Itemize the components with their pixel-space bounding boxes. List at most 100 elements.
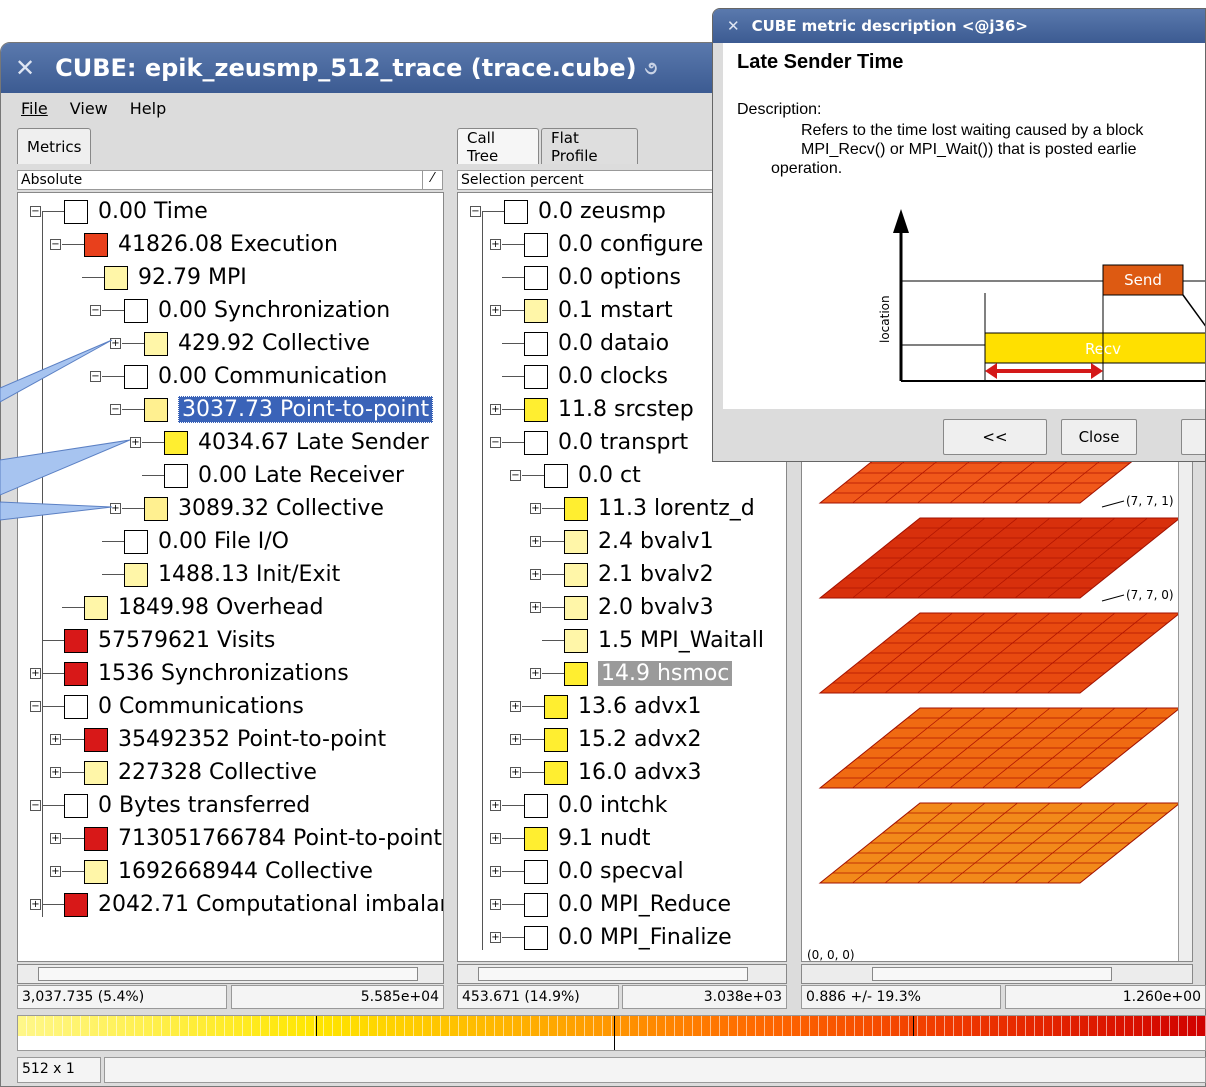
metric-label: 1488.13 Init/Exit	[158, 562, 341, 587]
metric-row[interactable]: 57579621 Visits	[64, 624, 275, 657]
calltree-row[interactable]: 15.2 advx2	[544, 723, 701, 756]
calltree-row[interactable]: 0.0 MPI_Reduce	[524, 888, 731, 921]
metric-row[interactable]: 0 Bytes transferred	[64, 789, 310, 822]
menu-file[interactable]: File	[21, 99, 48, 118]
color-swatch	[64, 661, 88, 686]
calltree-row[interactable]: 0.0 MPI_Finalize	[524, 921, 732, 954]
expand-toggle-icon[interactable]: +	[50, 866, 61, 877]
expand-toggle-icon[interactable]: +	[50, 833, 61, 844]
calltree-row[interactable]: 0.0 intchk	[524, 789, 667, 822]
calltree-row[interactable]: 2.0 bvalv3	[564, 591, 714, 624]
expand-toggle-icon[interactable]: +	[50, 767, 61, 778]
expand-toggle-icon[interactable]: +	[510, 734, 521, 745]
metric-row[interactable]: 429.92 Collective	[144, 327, 370, 360]
calltree-mode-select[interactable]: Selection percent	[457, 170, 737, 190]
calltree-row[interactable]: 0.0 zeusmp	[504, 195, 666, 228]
metric-hscroll-thumb[interactable]	[38, 967, 418, 981]
tab-metrics[interactable]: Metrics	[17, 128, 91, 164]
expand-toggle-icon[interactable]: +	[530, 569, 541, 580]
expand-toggle-icon[interactable]: +	[490, 833, 501, 844]
metric-row[interactable]: 713051766784 Point-to-point	[84, 822, 442, 855]
calltree-hscroll[interactable]	[457, 964, 787, 984]
calltree-row[interactable]: 0.0 configure	[524, 228, 703, 261]
metric-row[interactable]: 2042.71 Computational imbalan	[64, 888, 443, 921]
calltree-row[interactable]: 0.0 transprt	[524, 426, 688, 459]
next-button[interactable]	[1181, 419, 1205, 455]
metric-row[interactable]: 0.00 File I/O	[124, 525, 289, 558]
expand-toggle-icon[interactable]: +	[530, 602, 541, 613]
expand-toggle-icon[interactable]: +	[30, 668, 41, 679]
tab-call-tree[interactable]: Call Tree	[457, 128, 539, 165]
calltree-row[interactable]: 0.0 clocks	[524, 360, 668, 393]
topology-hscroll-thumb[interactable]	[872, 967, 1112, 981]
expand-toggle-icon[interactable]: −	[30, 800, 41, 811]
expand-toggle-icon[interactable]: +	[490, 239, 501, 250]
expand-toggle-icon[interactable]: +	[530, 536, 541, 547]
close-button[interactable]: Close	[1061, 419, 1137, 455]
metric-row[interactable]: 1488.13 Init/Exit	[124, 558, 340, 591]
metric-row[interactable]: 1692668944 Collective	[84, 855, 373, 888]
calltree-row[interactable]: 9.1 nudt	[524, 822, 650, 855]
expand-toggle-icon[interactable]: +	[50, 734, 61, 745]
expand-toggle-icon[interactable]: +	[530, 503, 541, 514]
expand-toggle-icon[interactable]: +	[490, 305, 501, 316]
metric-row[interactable]: 227328 Collective	[84, 756, 317, 789]
tree-connector	[542, 607, 564, 608]
dialog-close-x-icon[interactable]: ✕	[727, 17, 740, 35]
expand-toggle-icon[interactable]: +	[510, 701, 521, 712]
dropdown-arrow-icon[interactable]: ⁄	[422, 170, 442, 190]
topology-hscroll[interactable]	[801, 964, 1193, 984]
expand-toggle-icon[interactable]: +	[490, 899, 501, 910]
calltree-row[interactable]: 1.5 MPI_Waitall	[564, 624, 764, 657]
metric-row[interactable]: 3089.32 Collective	[144, 492, 384, 525]
calltree-row[interactable]: 0.0 options	[524, 261, 681, 294]
menu-help[interactable]: Help	[130, 99, 166, 118]
expand-toggle-icon[interactable]: +	[30, 899, 41, 910]
calltree-row[interactable]: 14.9 hsmoc	[564, 657, 733, 690]
expand-toggle-icon[interactable]: −	[50, 239, 61, 250]
calltree-hscroll-thumb[interactable]	[478, 967, 748, 981]
expand-toggle-icon[interactable]: −	[90, 305, 101, 316]
expand-toggle-icon[interactable]: −	[470, 206, 481, 217]
calltree-row[interactable]: 2.1 bvalv2	[564, 558, 714, 591]
expand-toggle-icon[interactable]: +	[490, 800, 501, 811]
metric-row[interactable]: 0.00 Time	[64, 195, 208, 228]
metric-row[interactable]: 3037.73 Point-to-point	[144, 393, 434, 426]
calltree-row[interactable]: 0.0 ct	[544, 459, 641, 492]
metric-row[interactable]: 1849.98 Overhead	[84, 591, 323, 624]
metric-hscroll[interactable]	[17, 964, 444, 984]
calltree-row[interactable]: 0.0 dataio	[524, 327, 669, 360]
calltree-row[interactable]: 11.8 srcstep	[524, 393, 694, 426]
metric-row[interactable]: 35492352 Point-to-point	[84, 723, 386, 756]
expand-toggle-icon[interactable]: +	[510, 767, 521, 778]
calltree-row[interactable]: 16.0 advx3	[544, 756, 701, 789]
calltree-row[interactable]: 13.6 advx1	[544, 690, 701, 723]
metric-row[interactable]: 41826.08 Execution	[84, 228, 338, 261]
expand-toggle-icon[interactable]: +	[130, 437, 141, 448]
calltree-row[interactable]: 2.4 bvalv1	[564, 525, 714, 558]
calltree-row[interactable]: 11.3 lorentz_d	[564, 492, 755, 525]
calltree-row[interactable]: 0.1 mstart	[524, 294, 673, 327]
menu-view[interactable]: View	[70, 99, 108, 118]
expand-toggle-icon[interactable]: −	[510, 470, 521, 481]
expand-toggle-icon[interactable]: +	[490, 932, 501, 943]
close-x-icon[interactable]: ✕	[15, 54, 35, 82]
metric-row[interactable]: 0.00 Communication	[124, 360, 387, 393]
previous-button[interactable]: <<	[943, 419, 1047, 455]
expand-toggle-icon[interactable]: −	[490, 437, 501, 448]
expand-toggle-icon[interactable]: +	[490, 404, 501, 415]
expand-toggle-icon[interactable]: +	[490, 866, 501, 877]
metric-row[interactable]: 0.00 Synchronization	[124, 294, 390, 327]
metric-row[interactable]: 92.79 MPI	[104, 261, 247, 294]
expand-toggle-icon[interactable]: +	[530, 668, 541, 679]
metric-row[interactable]: 1536 Synchronizations	[64, 657, 349, 690]
color-swatch	[524, 397, 548, 422]
metric-row[interactable]: 0.00 Late Receiver	[164, 459, 404, 492]
metric-row[interactable]: 4034.67 Late Sender	[164, 426, 429, 459]
metric-mode-select[interactable]: Absolute ⁄	[17, 170, 443, 190]
metric-row[interactable]: 0 Communications	[64, 690, 304, 723]
tab-flat-profile[interactable]: Flat Profile	[541, 128, 638, 165]
expand-toggle-icon[interactable]: −	[30, 701, 41, 712]
calltree-row[interactable]: 0.0 specval	[524, 855, 684, 888]
expand-toggle-icon[interactable]: −	[30, 206, 41, 217]
